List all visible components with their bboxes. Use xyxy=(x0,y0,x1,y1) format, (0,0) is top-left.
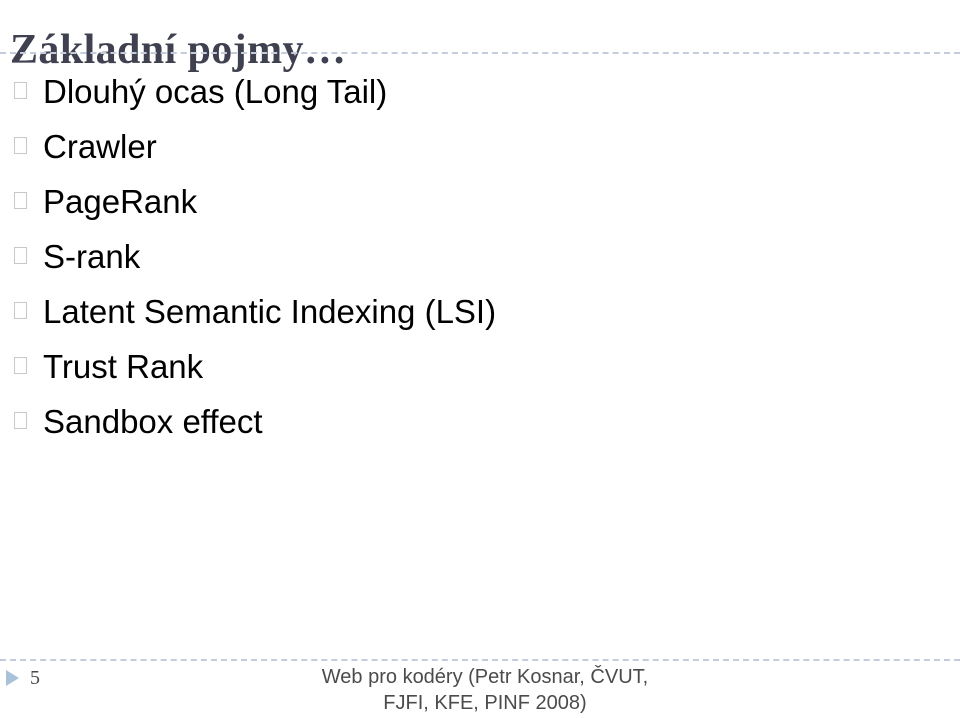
triangle-right-icon xyxy=(6,670,19,686)
bullet-box-icon xyxy=(14,192,27,209)
list-item[interactable]: Dlouhý ocas (Long Tail) xyxy=(0,68,900,123)
list-item[interactable]: Sandbox effect xyxy=(0,398,900,453)
footer-divider xyxy=(0,659,960,661)
list-item-label: Dlouhý ocas (Long Tail) xyxy=(43,73,388,110)
page-title: Základní pojmy… xyxy=(10,27,347,74)
bullet-box-icon xyxy=(14,412,27,429)
list-item-label: Trust Rank xyxy=(43,348,204,385)
list-item[interactable]: Latent Semantic Indexing (LSI) xyxy=(0,288,900,343)
bullet-box-icon xyxy=(14,137,27,154)
list-item[interactable]: PageRank xyxy=(0,178,900,233)
footer-credit: Web pro kodéry (Petr Kosnar, ČVUT, FJFI,… xyxy=(220,664,750,716)
page-number: 5 xyxy=(30,667,40,689)
footer-credit-line-1: Web pro kodéry (Petr Kosnar, ČVUT, xyxy=(321,666,649,688)
list-item-label: S-rank xyxy=(43,238,141,275)
list-item[interactable]: S-rank xyxy=(0,233,900,288)
bullet-box-icon xyxy=(14,357,27,374)
bullet-list: Dlouhý ocas (Long Tail) Crawler PageRank… xyxy=(0,68,900,453)
list-item-label: Crawler xyxy=(43,128,157,165)
bullet-box-icon xyxy=(14,302,27,319)
list-item[interactable]: Trust Rank xyxy=(0,343,900,398)
list-item-label: Latent Semantic Indexing (LSI) xyxy=(43,293,497,330)
list-item-label: Sandbox effect xyxy=(43,403,263,440)
footer-credit-line-2: FJFI, KFE, PINF 2008) xyxy=(383,692,587,714)
bullet-box-icon xyxy=(14,247,27,264)
bullet-box-icon xyxy=(14,82,27,99)
presentation-slide: Základní pojmy… Dlouhý ocas (Long Tail) … xyxy=(0,0,960,718)
list-item-label: PageRank xyxy=(43,183,198,220)
list-item[interactable]: Crawler xyxy=(0,123,900,178)
title-divider xyxy=(0,52,960,54)
